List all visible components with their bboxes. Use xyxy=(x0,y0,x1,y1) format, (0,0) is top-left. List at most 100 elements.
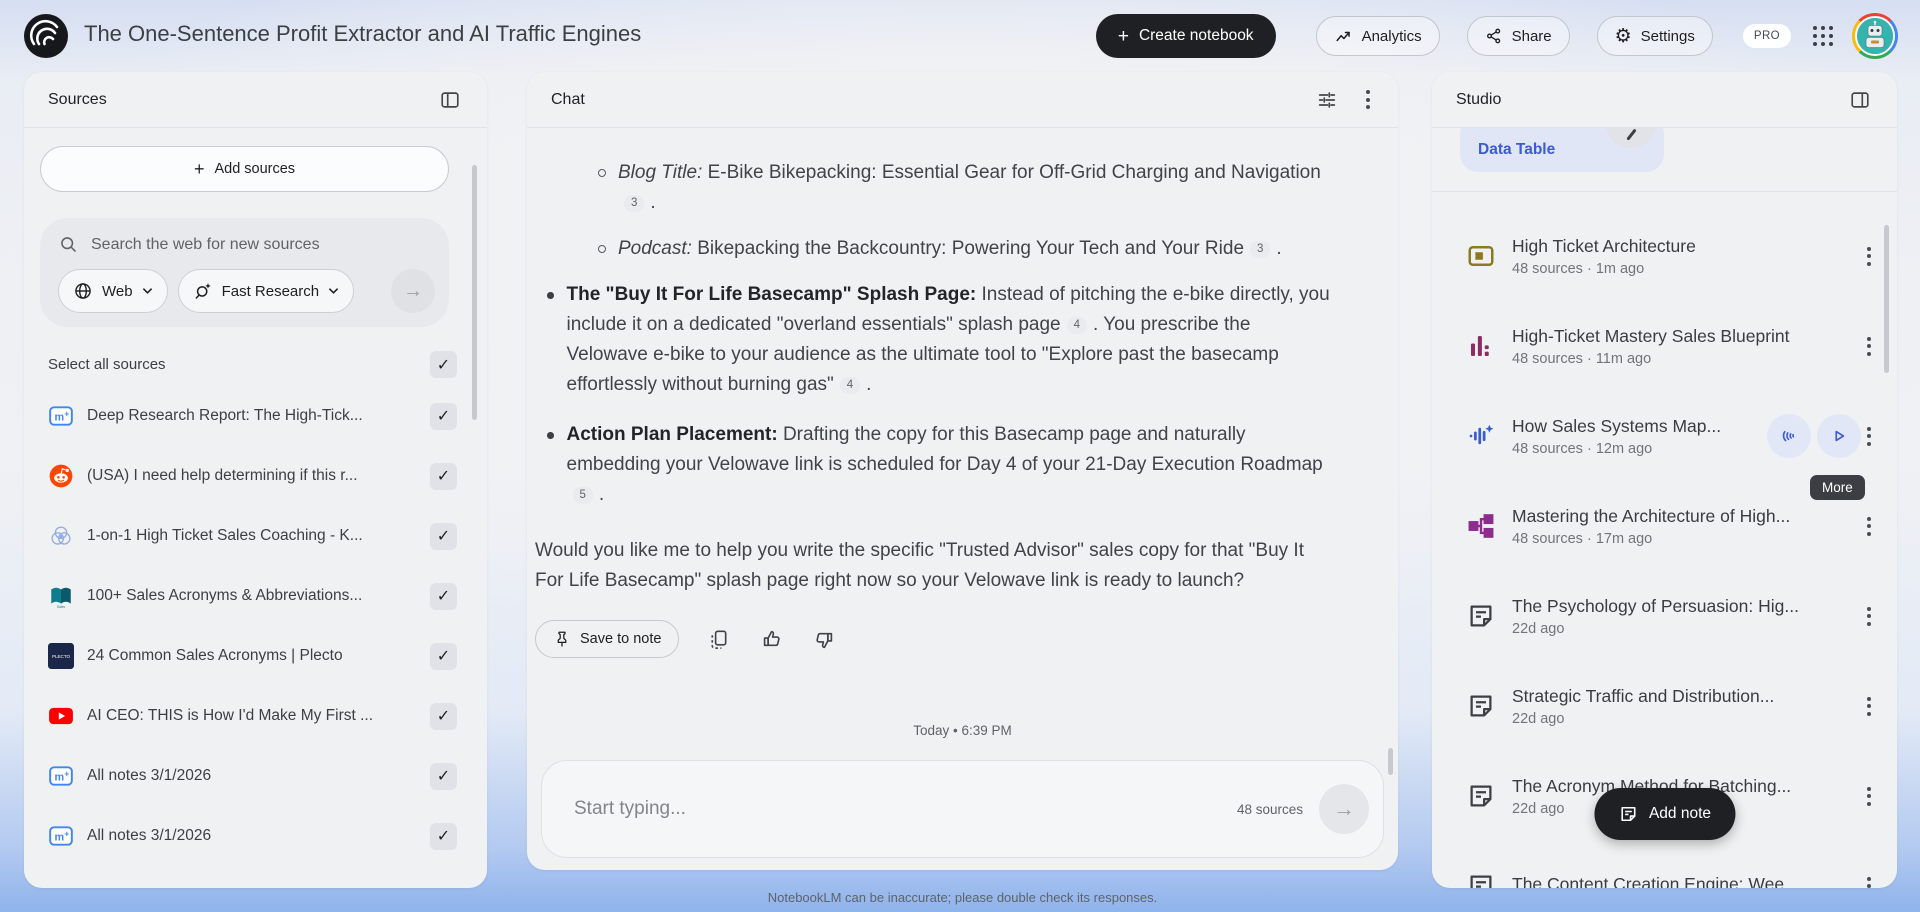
source-checkbox[interactable]: ✓ xyxy=(430,703,457,730)
note-icon xyxy=(1464,689,1498,723)
studio-item-meta: 22d ago xyxy=(1512,621,1861,637)
source-checkbox[interactable]: ✓ xyxy=(430,763,457,790)
source-checkbox[interactable]: ✓ xyxy=(430,643,457,670)
collapse-panel-icon[interactable] xyxy=(1845,85,1875,115)
analytics-label: Analytics xyxy=(1362,28,1422,45)
citation-chip[interactable]: 4 xyxy=(1067,317,1087,334)
save-to-note-label: Save to note xyxy=(580,631,661,647)
share-button[interactable]: Share xyxy=(1467,16,1570,56)
globe-icon xyxy=(73,281,93,301)
chevron-down-icon xyxy=(142,287,153,295)
source-row[interactable]: m+ All notes 3/1/2026 ✓ xyxy=(24,806,487,866)
add-sources-label: Add sources xyxy=(214,161,295,177)
item-more-menu-icon[interactable] xyxy=(1861,781,1877,812)
source-title: 100+ Sales Acronyms & Abbreviations... xyxy=(87,587,420,605)
chat-panel: Chat Blog Title: E-Bike Bikepacking: Ess… xyxy=(527,72,1398,870)
citation-chip[interactable]: 3 xyxy=(1250,241,1270,258)
studio-item[interactable]: High Ticket Architecture 48 sources · 1m… xyxy=(1432,211,1897,301)
chevron-down-icon xyxy=(328,287,339,295)
top-bar-actions: + Create notebook Analytics xyxy=(1096,0,1898,72)
analytics-button[interactable]: Analytics xyxy=(1316,16,1440,56)
chat-input-box: 48 sources → xyxy=(541,760,1384,858)
notebooklm-note-icon: m+ xyxy=(48,403,74,429)
send-button[interactable]: → xyxy=(1319,784,1369,834)
create-notebook-label: Create notebook xyxy=(1139,27,1254,45)
item-more-menu-icon[interactable] xyxy=(1861,331,1877,362)
citation-chip[interactable]: 5 xyxy=(573,487,593,504)
play-button[interactable] xyxy=(1817,414,1861,458)
studio-item[interactable]: How Sales Systems Map... 48 sources · 12… xyxy=(1432,391,1897,481)
search-submit-button[interactable]: → xyxy=(391,269,435,313)
svg-text:m: m xyxy=(55,411,65,423)
play-icon xyxy=(1828,425,1850,447)
chat-more-menu-icon[interactable] xyxy=(1360,84,1376,115)
studio-item[interactable]: High-Ticket Mastery Sales Blueprint 48 s… xyxy=(1432,301,1897,391)
source-row[interactable]: 1-on-1 High Ticket Sales Coaching - K...… xyxy=(24,506,487,566)
source-checkbox[interactable]: ✓ xyxy=(430,523,457,550)
chat-input[interactable] xyxy=(574,798,1237,820)
audio-waveform-icon xyxy=(1464,419,1498,453)
pro-badge: PRO xyxy=(1743,24,1791,48)
citation-chip[interactable]: 3 xyxy=(624,195,644,212)
chat-scrollbar[interactable] xyxy=(1388,748,1393,775)
item-more-menu-icon[interactable] xyxy=(1861,871,1877,889)
source-row[interactable]: PLECTO 24 Common Sales Acronyms | Plecto… xyxy=(24,626,487,686)
notebooklm-note-icon: m+ xyxy=(48,823,74,849)
hollow-bullet-icon xyxy=(598,169,606,177)
gear-icon: ⚙ xyxy=(1615,27,1632,46)
source-row[interactable]: (USA) I need help determining if this r.… xyxy=(24,446,487,506)
search-input[interactable] xyxy=(91,236,435,254)
add-note-label: Add note xyxy=(1649,805,1711,823)
trending-up-icon xyxy=(1334,27,1353,46)
source-row[interactable]: m+ Deep Research Report: The High-Tick..… xyxy=(24,386,487,446)
item-more-menu-icon[interactable] xyxy=(1861,601,1877,632)
source-title: 1-on-1 High Ticket Sales Coaching - K... xyxy=(87,527,420,545)
add-note-button[interactable]: Add note xyxy=(1594,788,1735,840)
thumbs-up-icon[interactable] xyxy=(758,626,785,653)
source-checkbox[interactable]: ✓ xyxy=(430,463,457,490)
studio-item-meta: 22d ago xyxy=(1512,711,1861,727)
source-checkbox[interactable]: ✓ xyxy=(430,823,457,850)
bar-chart-icon xyxy=(1464,329,1498,363)
item-more-menu-icon[interactable] xyxy=(1861,421,1877,452)
add-sources-button[interactable]: + Add sources xyxy=(40,146,449,192)
item-more-menu-icon[interactable] xyxy=(1861,511,1877,542)
item-more-menu-icon[interactable] xyxy=(1861,691,1877,722)
source-title: (USA) I need help determining if this r.… xyxy=(87,467,420,485)
studio-scrollbar[interactable] xyxy=(1884,225,1889,373)
research-mode-dropdown[interactable]: Fast Research xyxy=(178,269,355,313)
citation-chip[interactable]: 4 xyxy=(840,377,860,394)
source-title: All notes 3/1/2026 xyxy=(87,827,420,845)
source-checkbox[interactable]: ✓ xyxy=(430,583,457,610)
studio-item[interactable]: Strategic Traffic and Distribution... 22… xyxy=(1432,661,1897,751)
message-actions: Save to note xyxy=(535,620,1342,658)
settings-button[interactable]: ⚙ Settings xyxy=(1597,16,1713,56)
svg-text:+: + xyxy=(64,769,69,779)
chat-settings-tune-icon[interactable] xyxy=(1312,85,1342,115)
source-row[interactable]: m+ All notes 3/1/2026 ✓ xyxy=(24,746,487,806)
create-notebook-button[interactable]: + Create notebook xyxy=(1096,14,1276,58)
studio-panel: Studio Data Table High Ticket Architectu… xyxy=(1432,72,1897,888)
copy-icon[interactable] xyxy=(705,626,732,653)
chat-bullet: Action Plan Placement: Drafting the copy… xyxy=(535,420,1342,510)
thumbs-down-icon[interactable] xyxy=(811,626,838,653)
source-row[interactable]: AI CEO: THIS is How I'd Make My First ..… xyxy=(24,686,487,746)
source-row[interactable]: Sales 100+ Sales Acronyms & Abbreviation… xyxy=(24,566,487,626)
sources-scrollbar[interactable] xyxy=(472,165,477,420)
notebooklm-logo-icon[interactable] xyxy=(24,14,68,58)
studio-item[interactable]: The Psychology of Persuasion: Hig... 22d… xyxy=(1432,571,1897,661)
studio-item[interactable]: The Content Creation Engine: Wee... xyxy=(1432,841,1897,888)
apps-grid-icon[interactable] xyxy=(1813,26,1833,46)
select-all-label: Select all sources xyxy=(48,356,166,373)
avatar[interactable] xyxy=(1852,13,1898,59)
more-tooltip: More xyxy=(1810,475,1865,500)
select-all-checkbox[interactable]: ✓ xyxy=(430,351,457,378)
save-to-note-button[interactable]: Save to note xyxy=(535,620,679,658)
studio-item-title: Strategic Traffic and Distribution... xyxy=(1512,686,1861,707)
collapse-panel-icon[interactable] xyxy=(435,85,465,115)
item-more-menu-icon[interactable] xyxy=(1861,241,1877,272)
source-checkbox[interactable]: ✓ xyxy=(430,403,457,430)
interactive-mode-button[interactable] xyxy=(1767,414,1811,458)
studio-item-title: High-Ticket Mastery Sales Blueprint xyxy=(1512,326,1861,347)
web-source-dropdown[interactable]: Web xyxy=(58,269,168,313)
